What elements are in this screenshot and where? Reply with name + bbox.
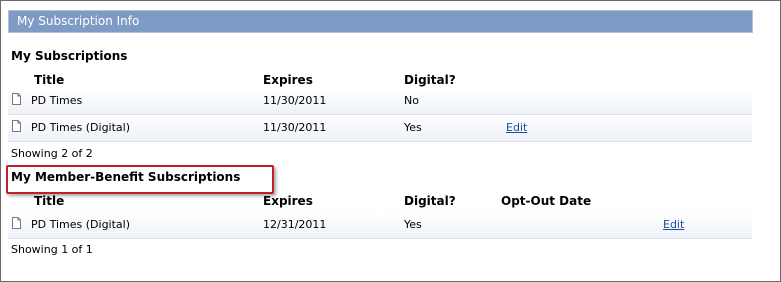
- row-expires: 11/30/2011: [263, 121, 327, 134]
- subscriptions-count: Showing 2 of 2: [11, 147, 93, 160]
- col-expires: Expires: [263, 73, 313, 87]
- member-benefit-heading: My Member-Benefit Subscriptions: [11, 170, 241, 184]
- col-expires: Expires: [263, 194, 313, 208]
- member-benefit-count: Showing 1 of 1: [11, 243, 93, 256]
- row-digital: No: [404, 94, 419, 107]
- document-icon: [12, 217, 21, 229]
- row-digital: Yes: [404, 121, 422, 134]
- document-icon: [12, 120, 21, 132]
- col-opt-out-date: Opt-Out Date: [501, 194, 592, 208]
- row-title: PD Times: [31, 94, 83, 107]
- row-digital: Yes: [404, 218, 422, 231]
- col-title: Title: [34, 194, 65, 208]
- panel-header: My Subscription Info: [8, 10, 753, 33]
- col-digital: Digital?: [404, 73, 456, 87]
- row-title: PD Times (Digital): [31, 218, 131, 231]
- subscriptions-heading: My Subscriptions: [11, 49, 128, 63]
- table-row: PD Times (Digital) 11/30/2011 Yes Edit: [8, 115, 752, 142]
- col-title: Title: [34, 73, 65, 87]
- row-expires: 12/31/2011: [263, 218, 327, 231]
- edit-link[interactable]: Edit: [663, 218, 684, 231]
- document-icon: [12, 93, 21, 105]
- row-expires: 11/30/2011: [263, 94, 327, 107]
- subscription-info-window: My Subscription Info My Subscriptions Ti…: [0, 0, 781, 282]
- col-digital: Digital?: [404, 194, 456, 208]
- edit-link[interactable]: Edit: [506, 121, 527, 134]
- row-title: PD Times (Digital): [31, 121, 131, 134]
- table-row: PD Times (Digital) 12/31/2011 Yes Edit: [8, 212, 752, 239]
- panel-title: My Subscription Info: [17, 14, 140, 28]
- table-row: PD Times 11/30/2011 No: [8, 88, 752, 115]
